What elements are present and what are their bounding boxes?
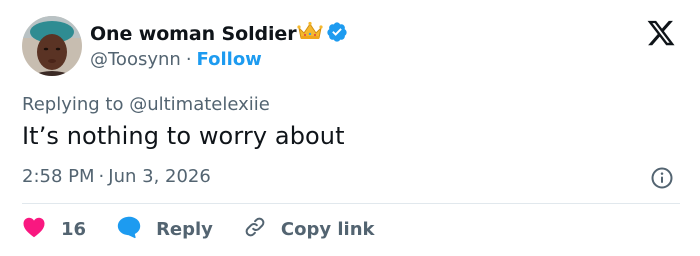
author-display-name[interactable]: One woman Soldier [90, 23, 297, 45]
copy-link-button[interactable]: Copy link [243, 215, 375, 243]
replying-to-line: Replying to @ultimatelexiie [22, 94, 270, 115]
author-handle[interactable]: @Toosynn [90, 49, 181, 70]
crown-icon [297, 21, 324, 45]
verified-icon [326, 21, 348, 47]
divider [22, 203, 680, 204]
reply-button[interactable]: Reply [116, 215, 213, 243]
reply-label: Reply [156, 218, 213, 240]
replying-to-mention[interactable]: @ultimatelexiie [129, 94, 270, 115]
link-icon [243, 215, 267, 243]
like-button[interactable]: 16 [22, 216, 86, 242]
author-name-row: One woman Soldier [90, 21, 348, 47]
timestamp-separator: · [98, 166, 105, 187]
follow-button[interactable]: Follow [197, 49, 262, 70]
info-icon[interactable] [650, 166, 674, 190]
tweet-text: It’s nothing to worry about [22, 122, 345, 150]
author-handle-row: @Toosynn · Follow [90, 48, 262, 70]
tweet-date: Jun 3, 2026 [108, 166, 211, 187]
reply-bubble-icon [116, 215, 142, 243]
tweet-timestamp[interactable]: 2:58 PM · Jun 3, 2026 [22, 166, 211, 187]
x-logo-icon[interactable] [646, 18, 676, 48]
handle-separator: · [185, 48, 192, 70]
heart-icon [22, 216, 46, 242]
avatar[interactable] [22, 16, 82, 76]
tweet-actions: 16 Reply Copy link [22, 214, 375, 244]
replying-to-prefix: Replying to [22, 94, 124, 115]
embedded-tweet: One woman Soldier @Toosynn · Follow Repl… [0, 0, 700, 256]
copy-link-label: Copy link [280, 218, 375, 240]
tweet-time: 2:58 PM [22, 166, 95, 187]
like-count: 16 [61, 218, 87, 240]
